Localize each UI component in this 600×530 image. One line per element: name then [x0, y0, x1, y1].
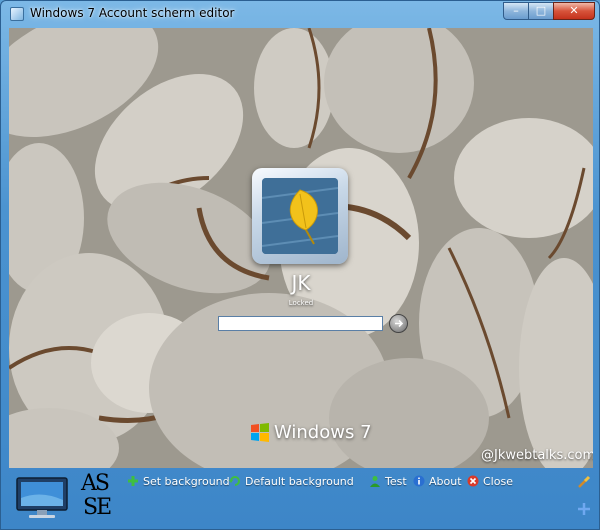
plus-icon [128, 476, 138, 486]
close-label: Close [483, 475, 513, 488]
test-button[interactable]: Test [369, 475, 407, 488]
monitor-icon[interactable] [15, 476, 69, 520]
minimize-button[interactable]: – [503, 2, 529, 20]
default-background-label: Default background [245, 475, 354, 488]
windows-7-logo-text: Windows 7 [274, 422, 372, 443]
window-title: Windows 7 Account scherm editor [30, 6, 235, 20]
avatar-picture [262, 178, 338, 254]
ase-logo-bottom: SE [83, 495, 112, 520]
username-label: JK [291, 271, 311, 295]
close-icon [467, 475, 479, 487]
about-button[interactable]: About [413, 475, 462, 488]
app-window: Windows 7 Account scherm editor – □ ✕ JK… [0, 0, 600, 530]
password-input[interactable] [218, 316, 383, 331]
brush-icon[interactable] [577, 475, 591, 489]
windows-logo-icon [251, 423, 269, 442]
title-bar[interactable]: Windows 7 Account scherm editor – □ ✕ [1, 1, 599, 27]
test-label: Test [385, 475, 407, 488]
arrow-right-icon [395, 319, 404, 328]
set-background-label: Set background [143, 475, 230, 488]
submit-arrow-button[interactable] [389, 314, 408, 333]
maximize-button[interactable]: □ [528, 2, 554, 20]
leaf-icon [262, 178, 338, 254]
info-icon [413, 475, 425, 487]
set-background-button[interactable]: Set background [127, 475, 230, 488]
ase-logo-top: AS [81, 471, 110, 496]
bottom-toolbar: AS SE Set background Default background … [1, 469, 599, 529]
account-status-label: Locked [288, 299, 314, 307]
add-icon[interactable] [577, 502, 591, 516]
watermark-text: @Jkwebtalks.com [481, 448, 593, 463]
logon-preview: JK Locked Windows 7 @Jkwebtalks.com [9, 28, 593, 468]
ase-logo: AS SE [81, 473, 117, 523]
app-icon [10, 7, 24, 21]
refresh-icon [229, 476, 240, 486]
close-window-button[interactable]: ✕ [553, 2, 595, 20]
close-button[interactable]: Close [467, 475, 513, 488]
user-icon [370, 476, 380, 487]
user-avatar[interactable] [252, 168, 348, 264]
about-label: About [429, 475, 462, 488]
default-background-button[interactable]: Default background [229, 475, 354, 488]
